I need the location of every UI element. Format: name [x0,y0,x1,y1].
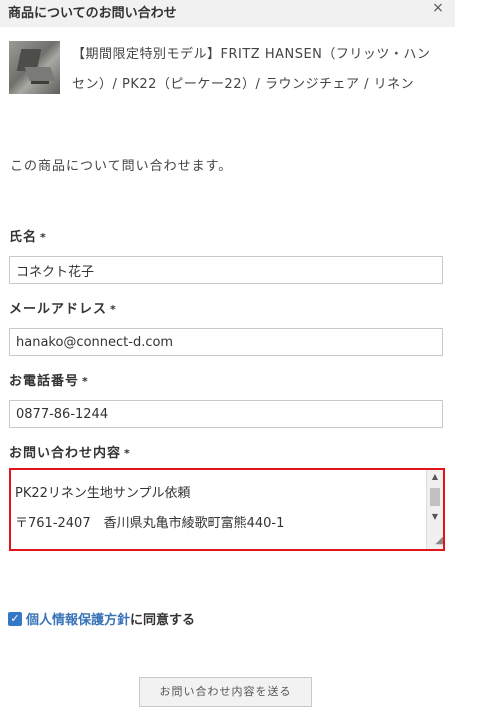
message-line-1: PK22リネン生地サンプル依頼 [15,486,191,501]
privacy-policy-link[interactable]: 個人情報保護方針 [26,609,130,628]
phone-label-text: お電話番号 [9,374,80,389]
chair-leg-shape [31,81,49,84]
required-mark: * [110,303,117,316]
message-label: お問い合わせ内容 * [9,442,131,461]
required-mark: * [124,447,131,460]
phone-label: お電話番号 * [9,370,89,389]
scroll-down-icon[interactable]: ▼ [427,510,443,524]
email-field[interactable] [9,328,443,356]
product-name: 【期間限定特別モデル】FRITZ HANSEN（フリッツ・ハンセン）/ PK22… [72,47,431,92]
scroll-up-icon[interactable]: ▲ [427,470,443,484]
modal-header: 商品についてのお問い合わせ × [0,0,455,27]
close-icon[interactable]: × [430,0,446,16]
product-thumbnail [9,41,60,94]
chair-seat-shape [24,67,56,81]
intro-text: この商品について問い合わせます。 [10,159,233,174]
message-line-2: 〒761-2407 香川県丸亀市綾歌町富熊440-1 [15,516,285,531]
agree-checkbox[interactable]: ✓ [8,611,22,626]
resize-grip-icon[interactable]: ◢ [427,535,443,549]
required-mark: * [82,375,89,388]
message-textarea[interactable]: PK22リネン生地サンプル依頼 〒761-2407 香川県丸亀市綾歌町富熊440… [9,468,445,551]
name-label-text: 氏名 [9,230,38,245]
submit-button[interactable]: お問い合わせ内容を送る [139,677,312,707]
required-mark: * [40,231,47,244]
scroll-thumb[interactable] [430,488,440,506]
agree-row: ✓ 個人情報保護方針 に同意する [8,609,195,628]
name-label: 氏名 * [9,226,47,245]
email-label-text: メールアドレス [9,302,108,317]
message-label-text: お問い合わせ内容 [9,446,122,461]
modal-title: 商品についてのお問い合わせ [8,6,177,21]
agree-suffix: に同意する [130,613,196,628]
name-field[interactable] [9,256,443,284]
email-label: メールアドレス * [9,298,117,317]
phone-field[interactable] [9,400,443,428]
